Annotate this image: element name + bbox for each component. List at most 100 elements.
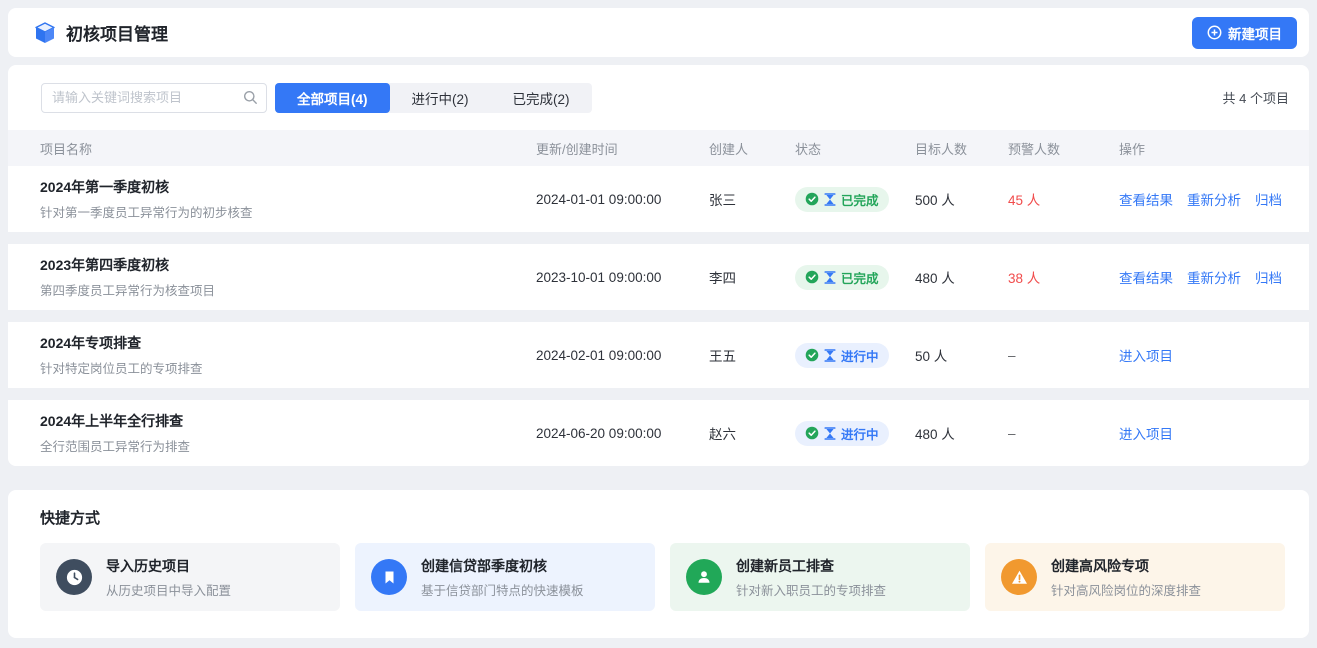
project-actions: 进入项目 bbox=[1119, 345, 1309, 365]
project-time: 2024-01-01 09:00:00 bbox=[536, 192, 709, 207]
project-warning-count: 38 人 bbox=[1008, 267, 1119, 287]
app-title-wrap: 初核项目管理 bbox=[33, 20, 168, 45]
table-row: 2024年专项排查 针对特定岗位员工的专项排查 2024-02-01 09:00… bbox=[8, 322, 1309, 388]
action-link[interactable]: 归档 bbox=[1255, 189, 1282, 209]
project-actions: 进入项目 bbox=[1119, 423, 1309, 443]
project-time: 2024-06-20 09:00:00 bbox=[536, 426, 709, 441]
status-badge: 已完成 bbox=[795, 265, 889, 290]
check-circle-icon bbox=[805, 192, 819, 206]
table-row: 2024年上半年全行排查 全行范围员工异常行为排查 2024-06-20 09:… bbox=[8, 400, 1309, 466]
tab-completed[interactable]: 已完成(2) bbox=[491, 83, 592, 113]
bookmark-icon bbox=[371, 559, 407, 595]
action-link[interactable]: 重新分析 bbox=[1187, 189, 1241, 209]
project-status-cell: 进行中 bbox=[795, 343, 915, 368]
project-actions: 查看结果重新分析归档 bbox=[1119, 189, 1309, 209]
project-creator: 赵六 bbox=[709, 423, 795, 443]
shortcuts-panel: 快捷方式 导入历史项目 从历史项目中导入配置 bbox=[8, 490, 1309, 638]
table-row: 2023年第四季度初核 第四季度员工异常行为核查项目 2023-10-01 09… bbox=[8, 244, 1309, 310]
action-link[interactable]: 查看结果 bbox=[1119, 189, 1173, 209]
project-description: 全行范围员工异常行为排查 bbox=[40, 436, 536, 455]
project-time: 2024-02-01 09:00:00 bbox=[536, 348, 709, 363]
project-name: 2023年第四季度初核 bbox=[40, 255, 536, 275]
project-description: 针对特定岗位员工的专项排查 bbox=[40, 358, 536, 377]
check-circle-icon bbox=[805, 348, 819, 362]
table-row: 2024年第一季度初核 针对第一季度员工异常行为的初步核查 2024-01-01… bbox=[8, 166, 1309, 232]
shortcuts-title: 快捷方式 bbox=[40, 507, 1285, 528]
new-project-button[interactable]: 新建项目 bbox=[1192, 17, 1297, 49]
project-target-count: 500 人 bbox=[915, 189, 1008, 209]
search-box bbox=[41, 83, 267, 113]
shortcut-high-risk-special[interactable]: 创建高风险专项 针对高风险岗位的深度排查 bbox=[985, 543, 1285, 611]
col-header-actions: 操作 bbox=[1119, 139, 1309, 158]
clock-icon bbox=[56, 559, 92, 595]
shortcut-title: 创建高风险专项 bbox=[1051, 556, 1201, 576]
check-circle-icon bbox=[805, 270, 819, 284]
project-status-cell: 已完成 bbox=[795, 187, 915, 212]
shortcut-description: 基于信贷部门特点的快速模板 bbox=[421, 580, 584, 599]
project-list-panel: 全部项目(4) 进行中(2) 已完成(2) 共 4 个项目 项目名称 更新/创建… bbox=[8, 65, 1309, 466]
user-icon bbox=[686, 559, 722, 595]
action-link[interactable]: 归档 bbox=[1255, 267, 1282, 287]
col-header-name: 项目名称 bbox=[40, 139, 536, 158]
action-link[interactable]: 重新分析 bbox=[1187, 267, 1241, 287]
project-warning-count: – bbox=[1008, 426, 1119, 441]
project-status-cell: 进行中 bbox=[795, 421, 915, 446]
toolbar: 全部项目(4) 进行中(2) 已完成(2) 共 4 个项目 bbox=[8, 65, 1309, 130]
project-name-cell: 2024年上半年全行排查 全行范围员工异常行为排查 bbox=[40, 411, 536, 455]
col-header-status: 状态 bbox=[795, 139, 915, 158]
project-name-cell: 2023年第四季度初核 第四季度员工异常行为核查项目 bbox=[40, 255, 536, 299]
search-icon[interactable] bbox=[243, 90, 258, 110]
project-name-cell: 2024年专项排查 针对特定岗位员工的专项排查 bbox=[40, 333, 536, 377]
action-link[interactable]: 查看结果 bbox=[1119, 267, 1173, 287]
project-name: 2024年专项排查 bbox=[40, 333, 536, 353]
project-creator: 李四 bbox=[709, 267, 795, 287]
project-status-cell: 已完成 bbox=[795, 265, 915, 290]
table-body: 2024年第一季度初核 针对第一季度员工异常行为的初步核查 2024-01-01… bbox=[8, 166, 1309, 466]
shortcut-credit-dept-review[interactable]: 创建信贷部季度初核 基于信贷部门特点的快速模板 bbox=[355, 543, 655, 611]
col-header-warning: 预警人数 bbox=[1008, 139, 1119, 158]
status-badge: 进行中 bbox=[795, 421, 889, 446]
status-badge: 进行中 bbox=[795, 343, 889, 368]
cube-icon bbox=[33, 21, 57, 45]
hourglass-icon bbox=[824, 349, 836, 362]
status-label: 进行中 bbox=[841, 346, 879, 365]
shortcut-description: 针对高风险岗位的深度排查 bbox=[1051, 580, 1201, 599]
project-description: 第四季度员工异常行为核查项目 bbox=[40, 280, 536, 299]
shortcut-import-history[interactable]: 导入历史项目 从历史项目中导入配置 bbox=[40, 543, 340, 611]
action-link[interactable]: 进入项目 bbox=[1119, 423, 1173, 443]
project-time: 2023-10-01 09:00:00 bbox=[536, 270, 709, 285]
col-header-time: 更新/创建时间 bbox=[536, 139, 709, 158]
shortcut-new-employee-check[interactable]: 创建新员工排查 针对新入职员工的专项排查 bbox=[670, 543, 970, 611]
project-actions: 查看结果重新分析归档 bbox=[1119, 267, 1309, 287]
project-target-count: 480 人 bbox=[915, 267, 1008, 287]
project-name: 2024年第一季度初核 bbox=[40, 177, 536, 197]
col-header-target: 目标人数 bbox=[915, 139, 1008, 158]
tab-in-progress[interactable]: 进行中(2) bbox=[390, 83, 491, 113]
shortcut-description: 从历史项目中导入配置 bbox=[106, 580, 231, 599]
col-header-creator: 创建人 bbox=[709, 139, 795, 158]
warning-icon bbox=[1001, 559, 1037, 595]
project-creator: 王五 bbox=[709, 345, 795, 365]
status-label: 进行中 bbox=[841, 424, 879, 443]
page: 初核项目管理 新建项目 bbox=[0, 0, 1317, 646]
shortcut-description: 针对新入职员工的专项排查 bbox=[736, 580, 886, 599]
hourglass-icon bbox=[824, 271, 836, 284]
project-creator: 张三 bbox=[709, 189, 795, 209]
hourglass-icon bbox=[824, 427, 836, 440]
check-circle-icon bbox=[805, 426, 819, 440]
shortcut-row: 导入历史项目 从历史项目中导入配置 创建信贷部季度初核 基于信贷部门特点的快速模… bbox=[40, 543, 1285, 611]
project-warning-count: 45 人 bbox=[1008, 189, 1119, 209]
status-label: 已完成 bbox=[841, 268, 879, 287]
project-description: 针对第一季度员工异常行为的初步核查 bbox=[40, 202, 536, 221]
hourglass-icon bbox=[824, 193, 836, 206]
status-badge: 已完成 bbox=[795, 187, 889, 212]
table-header: 项目名称 更新/创建时间 创建人 状态 目标人数 预警人数 操作 bbox=[8, 130, 1309, 166]
search-input[interactable] bbox=[41, 83, 267, 113]
shortcut-title: 创建新员工排查 bbox=[736, 556, 886, 576]
action-link[interactable]: 进入项目 bbox=[1119, 345, 1173, 365]
project-warning-count: – bbox=[1008, 348, 1119, 363]
project-name-cell: 2024年第一季度初核 针对第一季度员工异常行为的初步核查 bbox=[40, 177, 536, 221]
tab-all-projects[interactable]: 全部项目(4) bbox=[275, 83, 390, 113]
page-header: 初核项目管理 新建项目 bbox=[8, 8, 1309, 57]
project-name: 2024年上半年全行排查 bbox=[40, 411, 536, 431]
